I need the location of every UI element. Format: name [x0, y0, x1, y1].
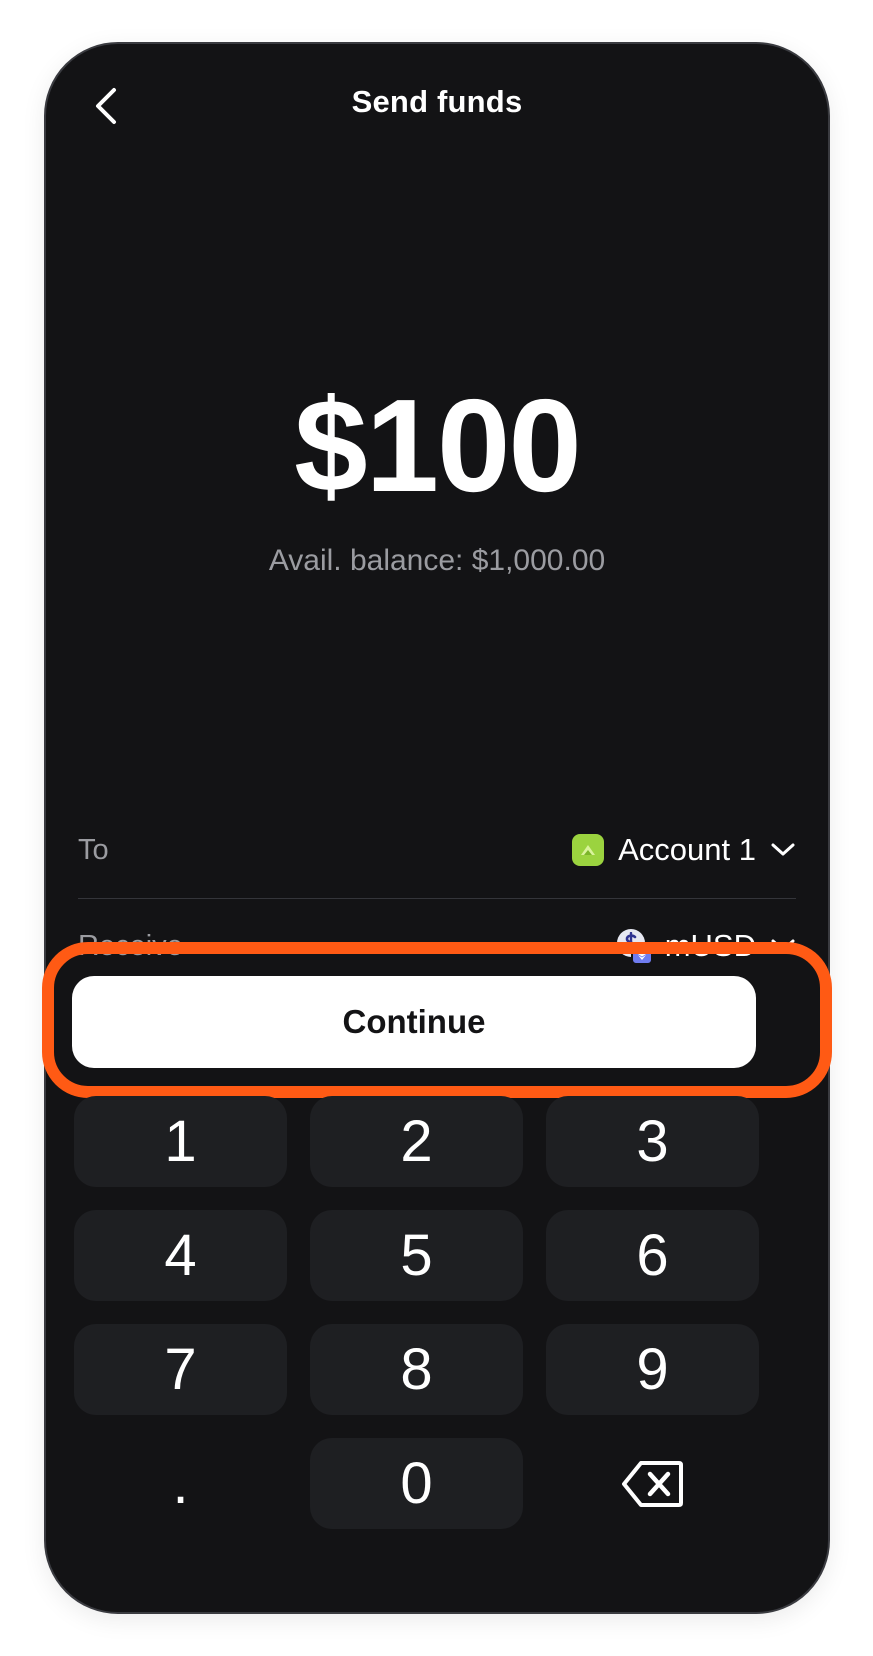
key-4[interactable]: 4 [74, 1210, 287, 1301]
key-6[interactable]: 6 [546, 1210, 759, 1301]
phone-screen: Send funds $100 Avail. balance: $1,000.0… [42, 42, 832, 1614]
key-decimal[interactable]: . [74, 1438, 287, 1529]
key-3[interactable]: 3 [546, 1096, 759, 1187]
page-title: Send funds [351, 84, 523, 119]
amount-display: $100 [294, 372, 582, 519]
key-7[interactable]: 7 [74, 1324, 287, 1415]
numeric-keypad: 1 2 3 4 5 6 7 8 9 . 0 [74, 1096, 759, 1529]
key-backspace[interactable] [546, 1438, 759, 1529]
key-5[interactable]: 5 [310, 1210, 523, 1301]
continue-button[interactable]: Continue [72, 976, 756, 1068]
key-2[interactable]: 2 [310, 1096, 523, 1187]
row-divider [78, 898, 796, 899]
account-avatar-icon [572, 834, 605, 866]
account-name: Account 1 [618, 832, 756, 867]
to-row: To Account 1 [78, 814, 796, 886]
available-balance: Avail. balance: $1,000.00 [268, 544, 606, 577]
key-8[interactable]: 8 [310, 1324, 523, 1415]
key-0[interactable]: 0 [310, 1438, 523, 1529]
backspace-icon [621, 1460, 683, 1507]
key-9[interactable]: 9 [546, 1324, 759, 1415]
key-1[interactable]: 1 [74, 1096, 287, 1187]
chevron-down-icon [771, 843, 795, 856]
to-label: To [78, 833, 109, 866]
account-selector[interactable]: Account 1 [572, 832, 796, 868]
